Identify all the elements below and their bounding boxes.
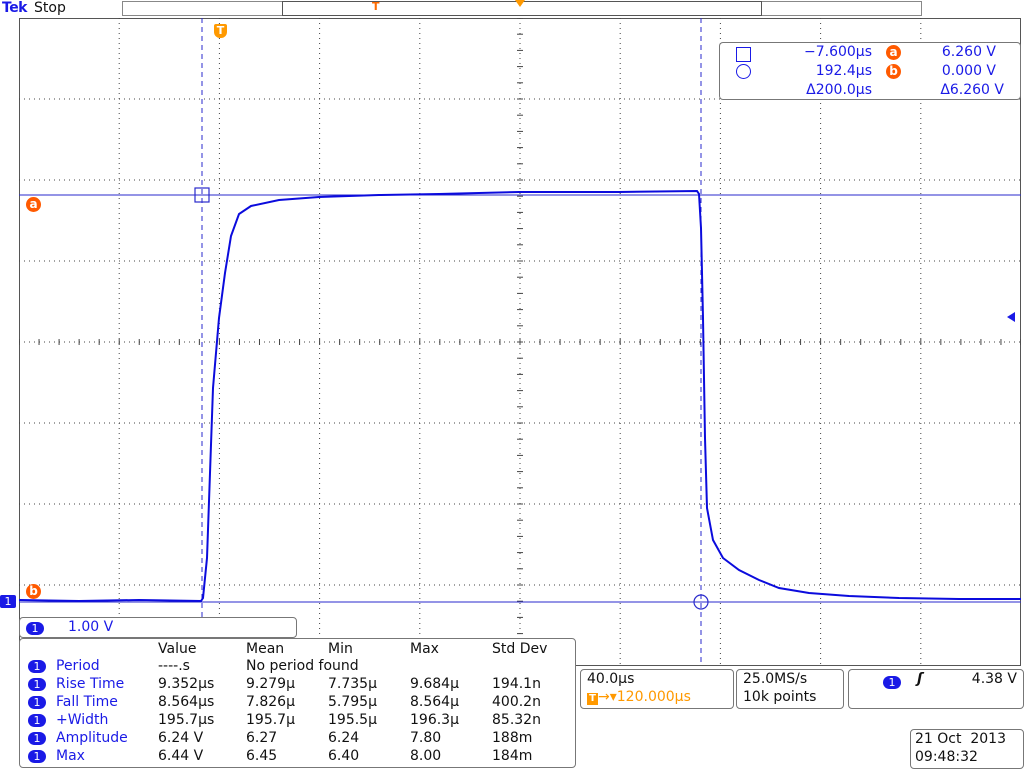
- measurement-mean: 9.279µ: [246, 676, 295, 692]
- measurement-name: Period: [56, 658, 100, 674]
- trigger-source-badge: 1: [883, 675, 901, 689]
- measurement-mean: 7.826µ: [246, 694, 295, 710]
- measurement-source-badge: 1: [28, 714, 46, 727]
- measurement-panel: Value Mean Min Max Std Dev 1 Period ----.s…: [19, 638, 576, 768]
- acquisition-panel[interactable]: 25.0MS/s 10k points: [736, 669, 844, 709]
- waveform-graticule[interactable]: [19, 18, 1021, 666]
- measurement-min: 195.5µ: [328, 712, 377, 728]
- trigger-delay-value: 120.000µs: [616, 689, 691, 705]
- measurement-source-badge: 1: [28, 696, 46, 709]
- run-state-label: Stop: [34, 0, 66, 16]
- delta-voltage: Δ6.260 V: [940, 82, 1004, 98]
- measurement-value: 6.44 V: [158, 748, 204, 764]
- col-header-value: Value: [158, 641, 197, 657]
- trigger-level: 4.38 V: [971, 671, 1017, 687]
- measurement-mean: 195.7µ: [246, 712, 295, 728]
- cursor-b-badge: b: [26, 584, 41, 599]
- cursor-b-voltage: 0.000 V: [941, 63, 996, 79]
- measurement-row[interactable]: 1 Rise Time 9.352µs 9.279µ 7.735µ 9.684µ 194.1…: [26, 676, 571, 694]
- measurement-value: 6.24 V: [158, 730, 204, 746]
- rising-edge-icon: ʃ: [917, 671, 923, 687]
- delta-time: Δ200.0µs: [806, 82, 872, 98]
- measurement-row[interactable]: 1 Amplitude 6.24 V 6.27 6.24 7.80 188m: [26, 730, 571, 748]
- measurement-min: 6.24: [328, 730, 360, 746]
- measurement-std: 188m: [492, 730, 533, 746]
- measurement-mean: 6.45: [246, 748, 278, 764]
- measurement-max: 8.00: [410, 748, 442, 764]
- time-label: 09:48:32: [915, 749, 978, 765]
- ch1-volts-per-div: 1.00 V: [68, 619, 114, 635]
- cursor-b-readout-badge: b: [886, 63, 901, 79]
- brand-text: Tek: [2, 0, 28, 16]
- measurement-min: 7.735µ: [328, 676, 377, 692]
- cursor-a-badge: a: [26, 197, 41, 212]
- measurement-min: 5.795µ: [328, 694, 377, 710]
- measurement-max: 8.564µ: [410, 694, 459, 710]
- measurement-source-badge: 1: [28, 750, 46, 763]
- measurement-value: 8.564µs: [158, 694, 215, 710]
- measurement-value: ----.s: [158, 658, 190, 674]
- sample-rate: 25.0MS/s: [743, 671, 808, 687]
- top-status-bar: Tek Stop T: [0, 0, 1024, 18]
- ch1-ground-marker[interactable]: 1: [0, 595, 16, 608]
- measurement-max: 7.80: [410, 730, 442, 746]
- delay-arrow-icon: →▾: [598, 689, 617, 705]
- brand-logo: Tek: [2, 0, 28, 16]
- measurement-row[interactable]: 1 Period ----.s No period found: [26, 658, 571, 676]
- square-cursor-icon: [736, 47, 751, 62]
- trigger-icon: T: [587, 693, 598, 705]
- date-label: 21 Oct 2013: [915, 731, 1006, 747]
- measurement-max: 196.3µ: [410, 712, 459, 728]
- measurement-value: 195.7µs: [158, 712, 215, 728]
- measurement-std: 184m: [492, 748, 533, 764]
- measurement-value: 9.352µs: [158, 676, 215, 692]
- ch1-scale-readout[interactable]: 1 1.00 V: [19, 617, 297, 638]
- measurement-row[interactable]: 1 +Width 195.7µs 195.7µ 195.5µ 196.3µ 85.32n: [26, 712, 571, 730]
- measurement-max: 9.684µ: [410, 676, 459, 692]
- horizontal-position-icon[interactable]: [515, 0, 525, 7]
- square-cursor-time: −7.600µs: [803, 44, 872, 60]
- timebase-panel[interactable]: 40.0µs T →▾120.000µs: [580, 669, 734, 709]
- col-header-stddev: Std Dev: [492, 641, 548, 657]
- measurement-source-badge: 1: [28, 732, 46, 745]
- measurement-row[interactable]: 1 Max 6.44 V 6.45 6.40 8.00 184m: [26, 748, 571, 766]
- trigger-level-indicator: [1007, 312, 1015, 322]
- circle-cursor-icon: [736, 64, 751, 79]
- cursor-readout-panel: −7.600µs 192.4µs Δ200.0µs a b 6.260 V 0.…: [719, 42, 1021, 100]
- ch1-waveform: [19, 189, 1021, 603]
- trigger-position-marker: T: [372, 0, 380, 13]
- horizontal-scale: 40.0µs: [587, 671, 635, 687]
- measurement-name: +Width: [56, 712, 109, 728]
- col-header-mean: Mean: [246, 641, 285, 657]
- ch1-badge: 1: [26, 621, 44, 635]
- trigger-panel[interactable]: 1 ʃ 4.38 V: [848, 669, 1024, 709]
- measurement-std: 400.2n: [492, 694, 541, 710]
- cursor-a-readout-badge: a: [886, 44, 901, 60]
- measurement-source-badge: 1: [28, 660, 46, 673]
- measurement-mean: 6.27: [246, 730, 278, 746]
- measurement-name: Fall Time: [56, 694, 118, 710]
- trigger-delay-row: T →▾120.000µs: [587, 689, 691, 705]
- measurement-name: Amplitude: [56, 730, 128, 746]
- cursor-a-voltage: 6.260 V: [941, 44, 996, 60]
- measurement-min: 6.40: [328, 748, 360, 764]
- measurement-name: Max: [56, 748, 85, 764]
- measurement-std: 194.1n: [492, 676, 541, 692]
- col-header-max: Max: [410, 641, 439, 657]
- measurement-row[interactable]: 1 Fall Time 8.564µs 7.826µ 5.795µ 8.564µ 400.2…: [26, 694, 571, 712]
- measurement-mean: No period found: [246, 658, 359, 674]
- measurement-source-badge: 1: [28, 678, 46, 691]
- datetime-panel: 21 Oct 2013 09:48:32: [910, 729, 1024, 769]
- measurement-name: Rise Time: [56, 676, 125, 692]
- circle-cursor-time: 192.4µs: [815, 63, 872, 79]
- measurement-std: 85.32n: [492, 712, 541, 728]
- record-length: 10k points: [743, 689, 817, 705]
- col-header-min: Min: [328, 641, 353, 657]
- trigger-t-marker[interactable]: T: [214, 24, 227, 38]
